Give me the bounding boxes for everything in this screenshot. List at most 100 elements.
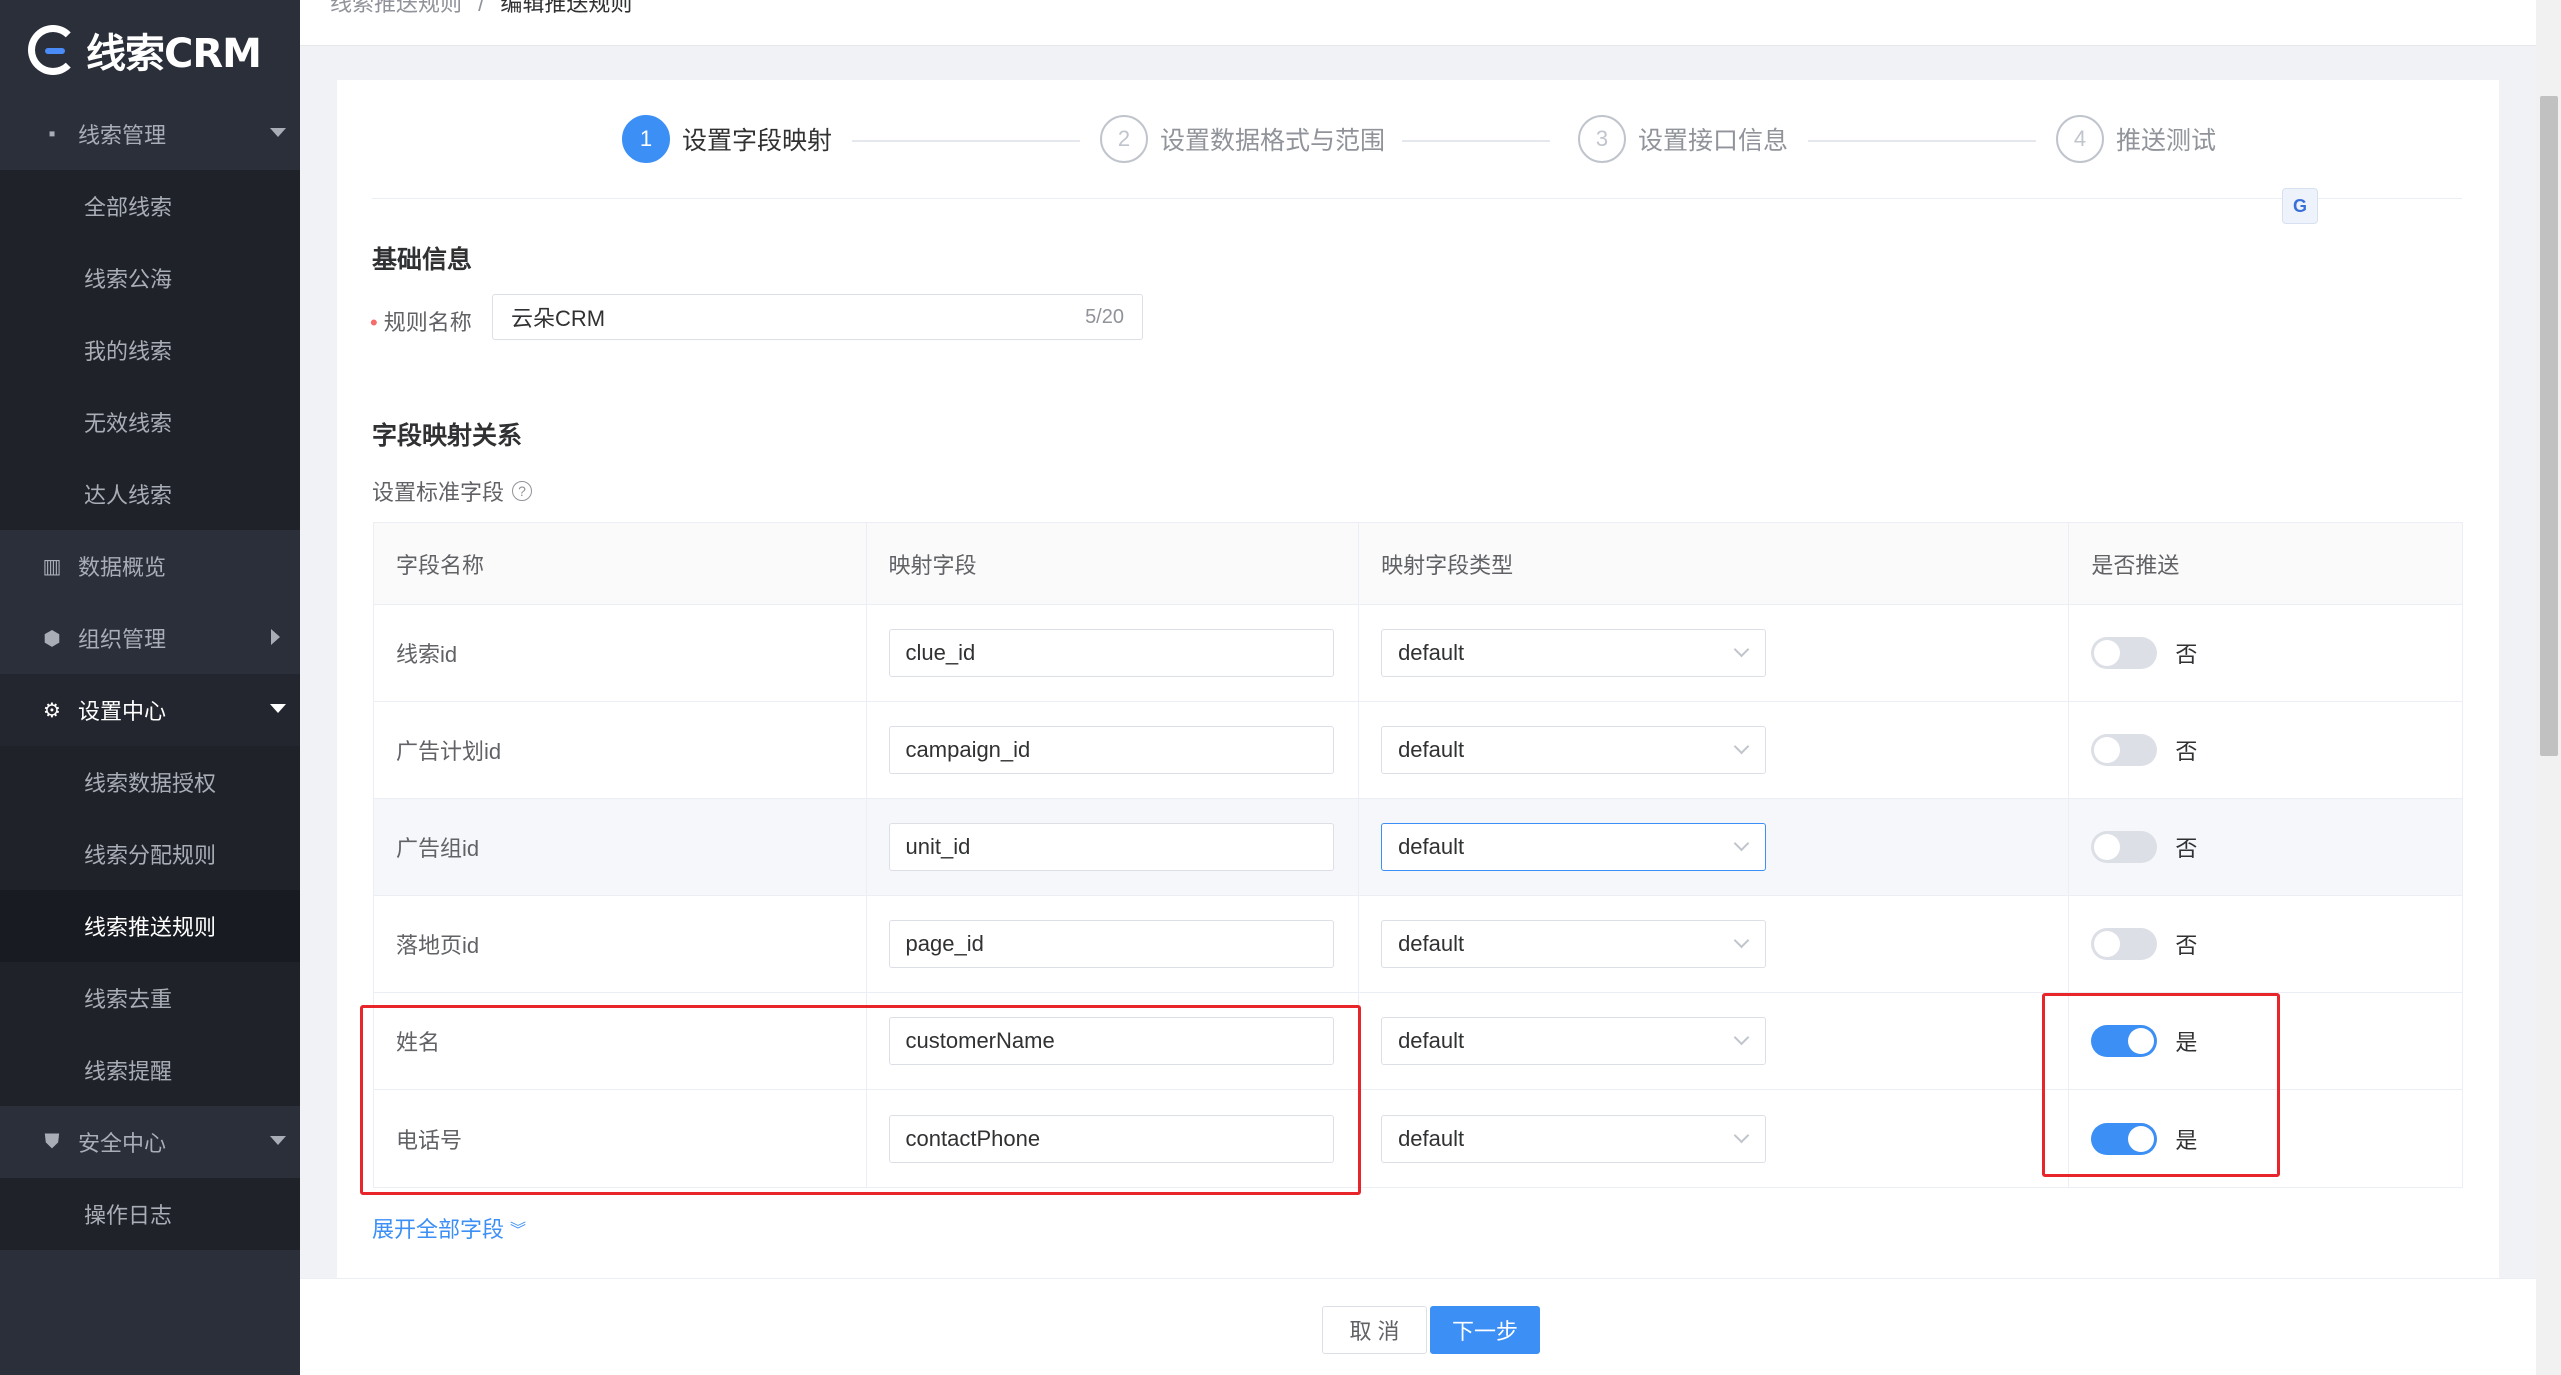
mapping-field-input[interactable]: customerName	[888, 1017, 1334, 1065]
rule-name-label: • 规则名称	[370, 305, 472, 337]
push-toggle[interactable]	[2091, 1122, 2158, 1155]
mapping-field-input[interactable]: unit_id	[888, 823, 1334, 871]
sidebar-item-label: 线索管理	[78, 123, 167, 148]
step-number: 2	[1100, 115, 1148, 163]
mapping-field-cell: contactPhone	[867, 1090, 1360, 1187]
question-circle-icon[interactable]: ?	[512, 481, 533, 501]
sidebar-item-talent-clues[interactable]: 达人线索	[0, 458, 300, 530]
step-1[interactable]: 1 设置字段映射	[622, 115, 832, 163]
step-2[interactable]: 2 设置数据格式与范围	[1100, 115, 1385, 163]
chevron-right-icon	[271, 629, 280, 645]
sidebar-item-invalid-clues[interactable]: 无效线索	[0, 386, 300, 458]
sidebar-item-security-center[interactable]: ⛊ 安全中心	[0, 1106, 300, 1178]
mapping-field-cell: clue_id	[867, 605, 1360, 701]
push-cell: 否	[2069, 799, 2462, 895]
next-step-button[interactable]: 下一步	[1430, 1306, 1540, 1354]
basic-info-title: 基础信息	[372, 246, 473, 274]
rule-name-value: 云朵CRM	[511, 306, 606, 331]
mapping-title: 字段映射关系	[372, 422, 523, 450]
field-type-select[interactable]: default	[1381, 823, 1767, 871]
sidebar-item-data-auth[interactable]: 线索数据授权	[0, 746, 300, 818]
sidebar-item-my-clues[interactable]: 我的线索	[0, 314, 300, 386]
mapping-field-input[interactable]: campaign_id	[888, 726, 1334, 774]
mapping-field-input[interactable]: clue_id	[888, 629, 1334, 677]
field-type-select[interactable]: default	[1381, 726, 1767, 774]
field-type-select[interactable]: default	[1381, 920, 1767, 968]
push-toggle-text: 是	[2175, 1030, 2198, 1055]
push-toggle[interactable]	[2091, 831, 2158, 863]
step-3[interactable]: 3 设置接口信息	[1578, 115, 1788, 163]
sidebar-item-data-overview[interactable]: ▥ 数据概览	[0, 530, 300, 602]
scrollbar-thumb[interactable]	[2540, 96, 2558, 756]
push-toggle[interactable]	[2091, 637, 2158, 669]
mapping-field-cell: unit_id	[867, 799, 1360, 895]
field-type-select[interactable]: default	[1381, 1017, 1767, 1065]
cancel-button[interactable]: 取 消	[1322, 1306, 1427, 1354]
expand-all-fields-link[interactable]: 展开全部字段 ︾	[372, 1212, 526, 1244]
double-chevron-down-icon: ︾	[510, 1222, 527, 1239]
sidebar-item-label: 线索去重	[84, 987, 173, 1012]
app-logo[interactable]: 线索CRM	[28, 20, 262, 80]
sidebar-item-label: 线索数据授权	[84, 771, 217, 796]
sidebar-item-settings-center[interactable]: ⚙ 设置中心	[0, 674, 300, 746]
field-name: 广告计划id	[374, 702, 867, 798]
field-name: 姓名	[374, 993, 867, 1089]
sidebar-item-label: 线索推送规则	[84, 915, 217, 940]
push-toggle[interactable]	[2091, 1025, 2158, 1057]
step-connector	[1808, 140, 2036, 142]
rule-name-input[interactable]: 云朵CRM 5/20	[492, 294, 1143, 340]
push-cell: 否	[2069, 702, 2462, 798]
chevron-down-icon	[270, 1136, 286, 1145]
sidebar-item-push-rules[interactable]: 线索推送规则	[0, 890, 300, 962]
sidebar-item-reminders[interactable]: 线索提醒	[0, 1034, 300, 1106]
gear-icon: ⚙	[43, 699, 61, 722]
mapping-field-input[interactable]: page_id	[888, 920, 1334, 968]
sidebar-item-clue-management[interactable]: ▪ 线索管理	[0, 98, 300, 170]
sidebar-item-operation-log[interactable]: 操作日志	[0, 1178, 300, 1250]
rule-name-label-text: 规则名称	[383, 310, 472, 335]
logo-icon	[28, 25, 78, 75]
sidebar-item-all-clues[interactable]: 全部线索	[0, 170, 300, 242]
sidebar-item-label: 设置中心	[78, 699, 167, 724]
sidebar-item-org-management[interactable]: ⬢ 组织管理	[0, 602, 300, 674]
step-number: 3	[1578, 115, 1626, 163]
sidebar-item-dedup[interactable]: 线索去重	[0, 962, 300, 1034]
table-row: 落地页id page_id default 否	[374, 896, 2462, 993]
step-label: 设置接口信息	[1638, 127, 1789, 155]
sidebar-item-public-pool[interactable]: 线索公海	[0, 242, 300, 314]
sidebar-item-label: 线索分配规则	[84, 843, 217, 868]
breadcrumb-parent-link[interactable]: 线索推送规则	[330, 0, 462, 16]
field-type-cell: default	[1359, 896, 2070, 992]
table-header-row: 字段名称 映射字段 映射字段类型 是否推送	[374, 523, 2462, 605]
push-cell: 是	[2069, 993, 2462, 1089]
field-type-cell: default	[1359, 1090, 2070, 1187]
column-header: 映射字段类型	[1359, 523, 2070, 604]
push-cell: 否	[2069, 605, 2462, 701]
mapping-field-cell: campaign_id	[867, 702, 1360, 798]
field-type-select[interactable]: default	[1381, 629, 1767, 677]
step-label: 设置数据格式与范围	[1160, 127, 1386, 155]
mapping-field-input[interactable]: contactPhone	[888, 1114, 1334, 1163]
step-4[interactable]: 4 推送测试	[2056, 115, 2216, 163]
chevron-down-icon	[1733, 738, 1750, 755]
push-toggle-text: 否	[2175, 739, 2198, 764]
field-type-value: default	[1398, 640, 1465, 665]
sidebar-item-label: 线索公海	[84, 267, 173, 292]
topbar: 线索推送规则 / 编辑推送规则	[300, 0, 2536, 46]
step-label: 推送测试	[2116, 127, 2217, 155]
chevron-down-icon	[1733, 932, 1750, 949]
push-toggle[interactable]	[2091, 928, 2158, 960]
push-cell: 是	[2069, 1090, 2462, 1187]
field-type-select[interactable]: default	[1381, 1114, 1767, 1163]
breadcrumb-current: 编辑推送规则	[500, 0, 633, 16]
sidebar-item-label: 无效线索	[84, 411, 173, 436]
sidebar-item-distribution-rules[interactable]: 线索分配规则	[0, 818, 300, 890]
push-toggle[interactable]	[2091, 734, 2158, 766]
chevron-down-icon	[270, 704, 286, 713]
expand-all-fields-text: 展开全部字段	[372, 1217, 505, 1242]
translate-icon[interactable]: G	[2282, 188, 2318, 224]
column-header: 映射字段	[867, 523, 1360, 604]
standard-fields-label: 设置标准字段 ?	[372, 475, 533, 507]
field-type-value: default	[1398, 1028, 1465, 1053]
field-type-cell: default	[1359, 993, 2070, 1089]
